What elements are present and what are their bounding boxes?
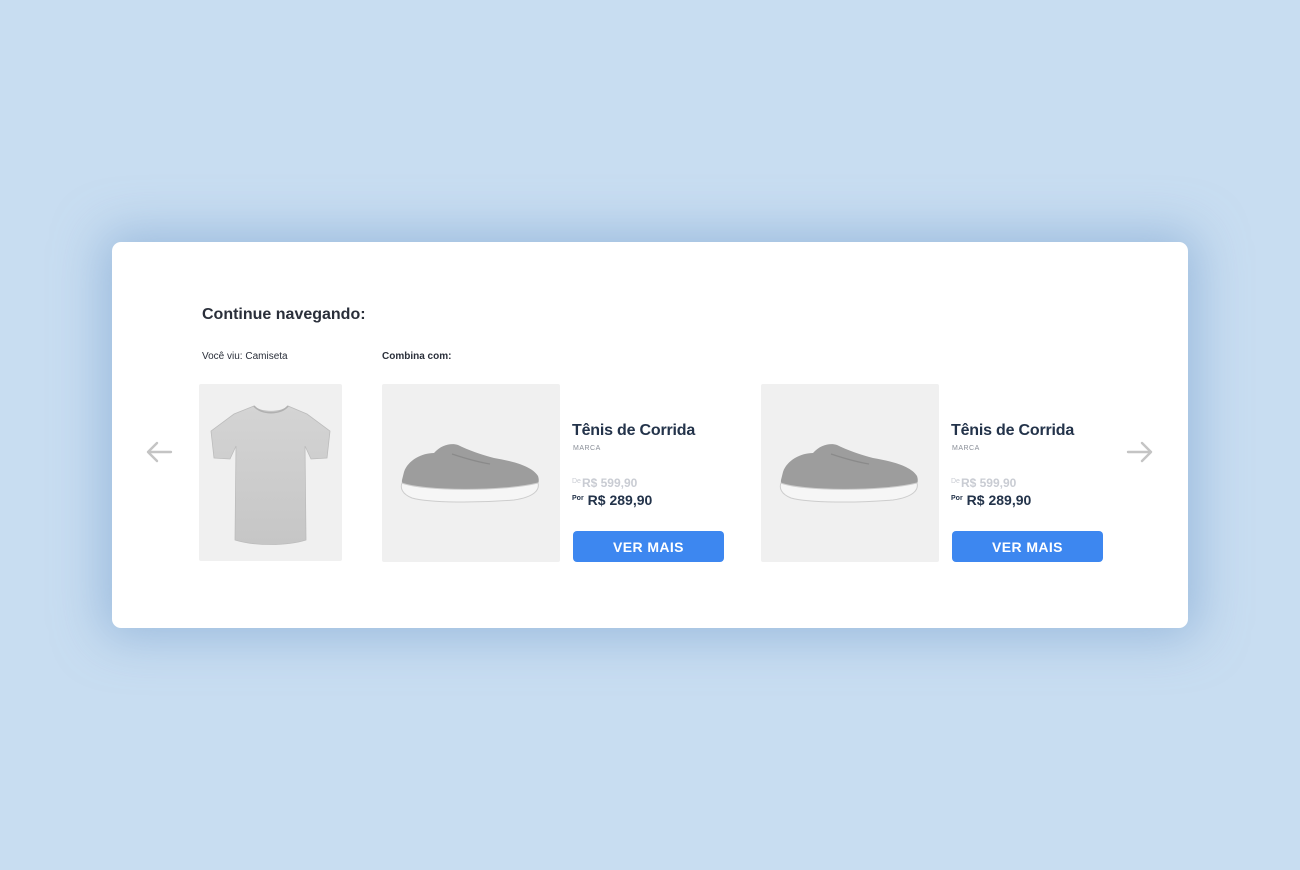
new-price-prefix: Por bbox=[572, 495, 584, 502]
arrow-left-icon[interactable] bbox=[145, 440, 173, 464]
new-price: Por R$ 289,90 bbox=[572, 492, 732, 508]
section-title: Continue navegando: bbox=[202, 306, 366, 323]
old-price-value: R$ 599,90 bbox=[581, 476, 638, 490]
viewed-product-image[interactable] bbox=[199, 384, 342, 561]
product-name[interactable]: Tênis de Corrida bbox=[951, 422, 1111, 440]
product-name[interactable]: Tênis de Corrida bbox=[572, 422, 732, 440]
product-brand: MARCA bbox=[952, 445, 980, 452]
product-info-2: Tênis de Corrida MARCA De R$ 599,90 Por … bbox=[951, 422, 1111, 508]
sneaker-icon bbox=[779, 444, 918, 503]
product-brand: MARCA bbox=[573, 445, 601, 452]
old-price: De R$ 599,90 bbox=[572, 476, 732, 490]
old-price-prefix: De bbox=[951, 478, 960, 485]
new-price-prefix: Por bbox=[951, 495, 963, 502]
sneaker-icon bbox=[400, 444, 539, 503]
new-price-value: R$ 289,90 bbox=[587, 492, 653, 508]
old-price-value: R$ 599,90 bbox=[960, 476, 1017, 490]
see-more-button[interactable]: VER MAIS bbox=[952, 531, 1103, 562]
product-image-1[interactable] bbox=[382, 384, 560, 562]
old-price-prefix: De bbox=[572, 478, 581, 485]
old-price: De R$ 599,90 bbox=[951, 476, 1111, 490]
combo-label: Combina com: bbox=[382, 351, 452, 362]
product-image-2[interactable] bbox=[761, 384, 939, 562]
tshirt-icon bbox=[210, 405, 331, 545]
new-price-value: R$ 289,90 bbox=[966, 492, 1032, 508]
see-more-button[interactable]: VER MAIS bbox=[573, 531, 724, 562]
product-info-1: Tênis de Corrida MARCA De R$ 599,90 Por … bbox=[572, 422, 732, 508]
new-price: Por R$ 289,90 bbox=[951, 492, 1111, 508]
continue-browsing-card: Continue navegando: Você viu: Camiseta C… bbox=[112, 242, 1188, 628]
viewed-label: Você viu: Camiseta bbox=[202, 351, 288, 362]
arrow-right-icon[interactable] bbox=[1126, 440, 1154, 464]
